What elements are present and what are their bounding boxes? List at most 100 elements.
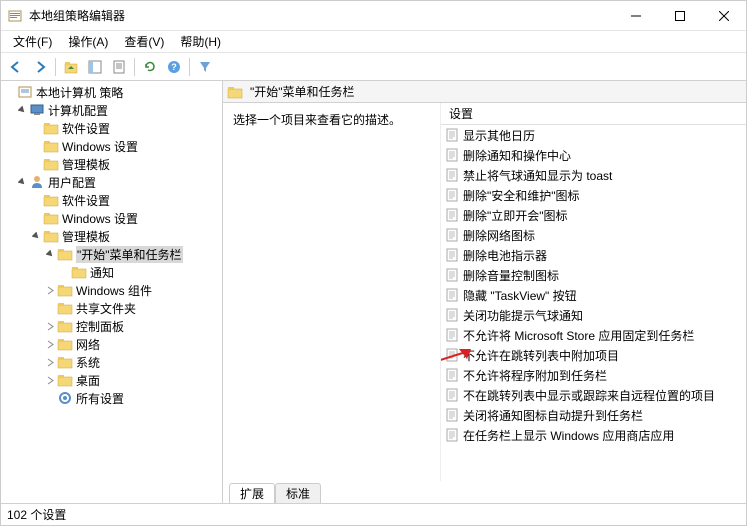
menu-action[interactable]: 操作(A) <box>60 31 116 52</box>
tab-standard[interactable]: 标准 <box>275 483 321 503</box>
menu-view[interactable]: 查看(V) <box>116 31 172 52</box>
menubar: 文件(F) 操作(A) 查看(V) 帮助(H) <box>1 31 746 53</box>
collapse-icon[interactable] <box>15 103 29 117</box>
tree-software[interactable]: 软件设置 <box>1 119 222 137</box>
policy-icon <box>17 84 33 100</box>
tree-root[interactable]: 本地计算机 策略 <box>1 83 222 101</box>
tree-label: 软件设置 <box>62 120 110 137</box>
tree-shared-folders[interactable]: 共享文件夹 <box>1 299 222 317</box>
folder-icon <box>57 246 73 262</box>
show-hide-tree-button[interactable] <box>84 56 106 78</box>
folder-icon <box>57 300 73 316</box>
policy-item[interactable]: 隐藏 "TaskView" 按钮 <box>441 285 746 305</box>
tree-all-settings[interactable]: 所有设置 <box>1 389 222 407</box>
tree-windows-components[interactable]: Windows 组件 <box>1 281 222 299</box>
tree-label: 网络 <box>76 336 100 353</box>
policy-item[interactable]: 删除电池指示器 <box>441 245 746 265</box>
policy-item[interactable]: 删除"立即开会"图标 <box>441 205 746 225</box>
policy-label: 删除网络图标 <box>463 227 535 244</box>
tree-admin-templates[interactable]: 管理模板 <box>1 155 222 173</box>
policy-label: 不允许将 Microsoft Store 应用固定到任务栏 <box>463 327 694 344</box>
policy-label: 在任务栏上显示 Windows 应用商店应用 <box>463 427 674 444</box>
close-button[interactable] <box>702 1 746 31</box>
properties-button[interactable] <box>108 56 130 78</box>
tree-windows-settings[interactable]: Windows 设置 <box>1 137 222 155</box>
folder-icon <box>43 192 59 208</box>
policy-item[interactable]: 删除音量控制图标 <box>441 265 746 285</box>
folder-icon <box>43 228 59 244</box>
content-title: "开始"菜单和任务栏 <box>250 83 355 100</box>
tree-desktop[interactable]: 桌面 <box>1 371 222 389</box>
policy-label: 删除通知和操作中心 <box>463 147 571 164</box>
statusbar: 102 个设置 <box>1 503 746 525</box>
tree-label: 桌面 <box>76 372 100 389</box>
policy-item[interactable]: 显示其他日历 <box>441 125 746 145</box>
policy-item[interactable]: 禁止将气球通知显示为 toast <box>441 165 746 185</box>
policy-item[interactable]: 不允许将程序附加到任务栏 <box>441 365 746 385</box>
tree-notify[interactable]: 通知 <box>1 263 222 281</box>
policy-item[interactable]: 关闭将通知图标自动提升到任务栏 <box>441 405 746 425</box>
folder-icon <box>227 84 243 100</box>
expand-icon[interactable] <box>43 319 57 333</box>
folder-icon <box>57 354 73 370</box>
settings-list[interactable]: 显示其他日历删除通知和操作中心禁止将气球通知显示为 toast删除"安全和维护"… <box>441 125 746 481</box>
policy-item[interactable]: 不允许在跳转列表中附加项目 <box>441 345 746 365</box>
folder-icon <box>57 372 73 388</box>
forward-button[interactable] <box>29 56 51 78</box>
window-title: 本地组策略编辑器 <box>29 7 614 24</box>
collapse-icon[interactable] <box>15 175 29 189</box>
policy-item[interactable]: 删除网络图标 <box>441 225 746 245</box>
tree-computer-config[interactable]: 计算机配置 <box>1 101 222 119</box>
tree-network[interactable]: 网络 <box>1 335 222 353</box>
policy-item[interactable]: 在任务栏上显示 Windows 应用商店应用 <box>441 425 746 445</box>
collapse-icon[interactable] <box>29 229 43 243</box>
tree-software[interactable]: 软件设置 <box>1 191 222 209</box>
folder-icon <box>43 210 59 226</box>
column-header-settings[interactable]: 设置 <box>441 103 746 125</box>
refresh-button[interactable] <box>139 56 161 78</box>
menu-help[interactable]: 帮助(H) <box>172 31 229 52</box>
up-button[interactable] <box>60 56 82 78</box>
settings-list-area: 设置 显示其他日历删除通知和操作中心禁止将气球通知显示为 toast删除"安全和… <box>441 103 746 481</box>
maximize-button[interactable] <box>658 1 702 31</box>
tab-extended[interactable]: 扩展 <box>229 483 275 503</box>
tree-panel[interactable]: 本地计算机 策略 计算机配置 软件设置 Windows 设置 管理模板 用户配置… <box>1 81 223 503</box>
tree-label: 管理模板 <box>62 156 110 173</box>
policy-label: 隐藏 "TaskView" 按钮 <box>463 287 577 304</box>
tree-control-panel[interactable]: 控制面板 <box>1 317 222 335</box>
expand-icon[interactable] <box>43 283 57 297</box>
description-pane: 选择一个项目来查看它的描述。 <box>223 103 441 481</box>
tree-system[interactable]: 系统 <box>1 353 222 371</box>
content-panel: "开始"菜单和任务栏 选择一个项目来查看它的描述。 设置 显示其他日历删除通知和… <box>223 81 746 503</box>
tree-label: 控制面板 <box>76 318 124 335</box>
expand-icon[interactable] <box>43 355 57 369</box>
back-button[interactable] <box>5 56 27 78</box>
tree-label: 通知 <box>90 264 114 281</box>
policy-item[interactable]: 不在跳转列表中显示或跟踪来自远程位置的项目 <box>441 385 746 405</box>
expand-icon[interactable] <box>43 373 57 387</box>
svg-text:?: ? <box>171 62 177 72</box>
policy-item[interactable]: 删除通知和操作中心 <box>441 145 746 165</box>
collapse-icon[interactable] <box>43 247 57 261</box>
tree-label: 用户配置 <box>48 174 96 191</box>
tree-label: 本地计算机 策略 <box>36 84 123 101</box>
policy-item[interactable]: 关闭功能提示气球通知 <box>441 305 746 325</box>
tree-label: Windows 设置 <box>62 138 138 155</box>
tree-label: Windows 设置 <box>62 210 138 227</box>
expand-icon[interactable] <box>43 337 57 351</box>
tree-windows-settings[interactable]: Windows 设置 <box>1 209 222 227</box>
help-button[interactable]: ? <box>163 56 185 78</box>
computer-icon <box>29 102 45 118</box>
filter-button[interactable] <box>194 56 216 78</box>
content-body: 选择一个项目来查看它的描述。 设置 显示其他日历删除通知和操作中心禁止将气球通知… <box>223 103 746 481</box>
tree-admin-templates[interactable]: 管理模板 <box>1 227 222 245</box>
tree-start-menu[interactable]: "开始"菜单和任务栏 <box>1 245 222 263</box>
tree-user-config[interactable]: 用户配置 <box>1 173 222 191</box>
policy-item[interactable]: 删除"安全和维护"图标 <box>441 185 746 205</box>
tree-label: "开始"菜单和任务栏 <box>76 246 183 263</box>
menu-file[interactable]: 文件(F) <box>5 31 60 52</box>
policy-label: 删除音量控制图标 <box>463 267 559 284</box>
policy-item[interactable]: 不允许将 Microsoft Store 应用固定到任务栏 <box>441 325 746 345</box>
description-text: 选择一个项目来查看它的描述。 <box>233 113 401 127</box>
minimize-button[interactable] <box>614 1 658 31</box>
